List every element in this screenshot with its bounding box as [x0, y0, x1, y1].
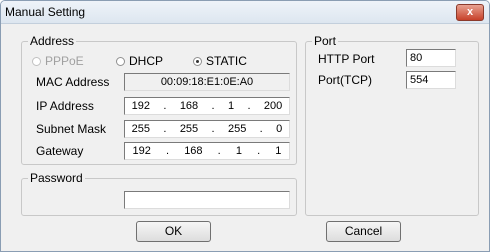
ip-dot: . [163, 123, 167, 135]
http-port-input[interactable]: 80 [406, 49, 456, 67]
close-icon: x [466, 6, 474, 18]
cancel-button[interactable]: Cancel [326, 221, 401, 242]
mac-address-label: MAC Address [36, 75, 110, 89]
gateway-label: Gateway [36, 144, 84, 158]
radio-static-label: STATIC [206, 54, 247, 68]
ip-address-label: IP Address [36, 99, 94, 113]
ip-octet-2[interactable]: 168 [180, 98, 198, 114]
ip-dot: . [211, 123, 215, 135]
manual-setting-dialog: Manual Setting x Address PPPoE DHCP STAT… [0, 0, 490, 252]
password-legend: Password [28, 171, 85, 185]
subnet-octet-2[interactable]: 255 [180, 121, 198, 137]
ok-button[interactable]: OK [136, 221, 211, 242]
subnet-mask-field[interactable]: 255. 255. 255. 0 [124, 120, 290, 138]
radio-dhcp[interactable]: DHCP [116, 54, 163, 68]
ip-address-field[interactable]: 192. 168. 1. 200 [124, 97, 290, 115]
password-input[interactable] [124, 191, 290, 209]
port-legend: Port [312, 34, 339, 48]
subnet-octet-3[interactable]: 255 [228, 121, 246, 137]
radio-pppoe[interactable]: PPPoE [32, 54, 84, 68]
mac-address-field: 00:09:18:E1:0E:A0 [124, 73, 290, 91]
subnet-octet-4[interactable]: 0 [276, 121, 282, 137]
gateway-octet-2[interactable]: 168 [184, 143, 202, 159]
gateway-octet-4[interactable]: 1 [275, 143, 281, 159]
ip-dot: . [211, 100, 215, 112]
port-group: Port HTTP Port 80 Port(TCP) 554 [305, 34, 479, 216]
ip-octet-4[interactable]: 200 [264, 98, 282, 114]
ip-dot: . [166, 145, 170, 157]
tcp-port-label: Port(TCP) [318, 73, 372, 87]
password-group: Password [21, 171, 297, 216]
ip-dot: . [217, 145, 221, 157]
title-bar[interactable]: Manual Setting x [1, 1, 489, 24]
tcp-port-input[interactable]: 554 [406, 71, 456, 89]
ip-octet-1[interactable]: 192 [132, 98, 150, 114]
ip-dot: . [163, 100, 167, 112]
gateway-octet-1[interactable]: 192 [133, 143, 151, 159]
ip-dot: . [257, 145, 261, 157]
gateway-octet-3[interactable]: 1 [236, 143, 242, 159]
ip-dot: . [259, 123, 263, 135]
ip-octet-3[interactable]: 1 [228, 98, 234, 114]
radio-static-dot[interactable] [193, 56, 202, 66]
address-group: Address PPPoE DHCP STATIC MAC Address 00… [21, 34, 297, 165]
dialog-title: Manual Setting [5, 5, 86, 19]
http-port-label: HTTP Port [318, 52, 375, 66]
radio-static[interactable]: STATIC [193, 54, 247, 68]
subnet-octet-1[interactable]: 255 [132, 121, 150, 137]
close-button[interactable]: x [456, 4, 484, 21]
gateway-field[interactable]: 192. 168. 1. 1 [124, 142, 290, 160]
ip-dot: . [247, 100, 251, 112]
address-legend: Address [28, 34, 77, 48]
radio-pppoe-label: PPPoE [45, 54, 84, 68]
subnet-mask-label: Subnet Mask [36, 122, 107, 136]
radio-dhcp-dot[interactable] [116, 56, 125, 66]
radio-pppoe-dot[interactable] [32, 56, 41, 66]
radio-dhcp-label: DHCP [129, 54, 164, 68]
